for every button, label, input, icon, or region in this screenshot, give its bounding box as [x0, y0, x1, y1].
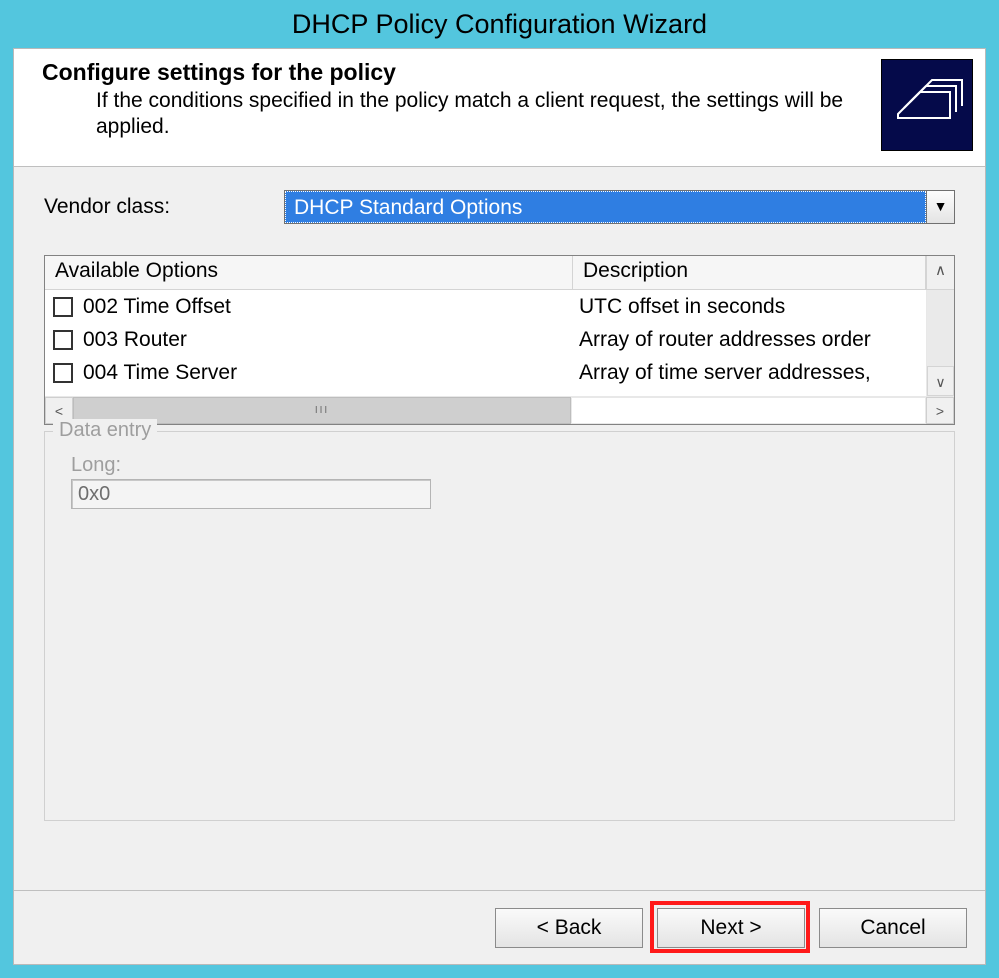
- option-checkbox[interactable]: [53, 330, 73, 350]
- scroll-up-button[interactable]: ∧: [926, 256, 954, 290]
- long-input: [71, 479, 431, 509]
- chevron-down-icon[interactable]: ▼: [926, 191, 954, 223]
- page-description: If the conditions specified in the polic…: [96, 88, 856, 141]
- data-entry-group: Data entry Long:: [44, 431, 955, 821]
- vendor-class-label: Vendor class:: [44, 195, 284, 219]
- vendor-class-row: Vendor class: DHCP Standard Options ▼: [44, 187, 955, 227]
- back-button[interactable]: < Back: [495, 908, 643, 948]
- option-description: UTC offset in seconds: [573, 295, 954, 319]
- next-button[interactable]: Next >: [657, 908, 805, 948]
- window-title: DHCP Policy Configuration Wizard: [0, 0, 999, 48]
- scrollbar-track[interactable]: [927, 290, 954, 366]
- option-checkbox[interactable]: [53, 363, 73, 383]
- options-table: Available Options Description ∧ 002 Time…: [44, 255, 955, 425]
- scrollbar-track[interactable]: [571, 397, 926, 424]
- vendor-class-selected: DHCP Standard Options: [285, 191, 926, 223]
- option-row[interactable]: 002 Time Offset UTC offset in seconds: [45, 290, 954, 323]
- option-description: Array of time server addresses,: [573, 361, 954, 385]
- cancel-button[interactable]: Cancel: [819, 908, 967, 948]
- option-description: Array of router addresses order: [573, 328, 954, 352]
- option-label: 004 Time Server: [83, 361, 237, 385]
- options-body: 002 Time Offset UTC offset in seconds 00…: [45, 290, 954, 396]
- vertical-scrollbar[interactable]: ∨: [926, 290, 954, 396]
- option-row[interactable]: 004 Time Server Array of time server add…: [45, 356, 954, 389]
- wizard-window: DHCP Policy Configuration Wizard Configu…: [0, 0, 999, 978]
- column-header-description[interactable]: Description: [573, 256, 926, 290]
- scroll-right-button[interactable]: >: [926, 397, 954, 424]
- page-title: Configure settings for the policy: [42, 59, 957, 86]
- vendor-class-dropdown[interactable]: DHCP Standard Options ▼: [284, 190, 955, 224]
- column-header-options[interactable]: Available Options: [45, 256, 573, 290]
- wizard-body: Vendor class: DHCP Standard Options ▼ Av…: [14, 167, 985, 821]
- scroll-down-button[interactable]: ∨: [927, 366, 954, 396]
- client-area: Configure settings for the policy If the…: [13, 48, 986, 965]
- wizard-footer: < Back Next > Cancel: [14, 890, 985, 964]
- folder-stack-icon: [881, 59, 973, 151]
- option-row[interactable]: 003 Router Array of router addresses ord…: [45, 323, 954, 356]
- option-label: 003 Router: [83, 328, 187, 352]
- option-label: 002 Time Offset: [83, 295, 231, 319]
- long-label: Long:: [71, 454, 940, 477]
- option-checkbox[interactable]: [53, 297, 73, 317]
- options-header-row: Available Options Description ∧: [45, 256, 954, 290]
- wizard-header: Configure settings for the policy If the…: [14, 49, 985, 167]
- horizontal-scrollbar[interactable]: < III >: [45, 396, 954, 424]
- data-entry-legend: Data entry: [53, 419, 157, 442]
